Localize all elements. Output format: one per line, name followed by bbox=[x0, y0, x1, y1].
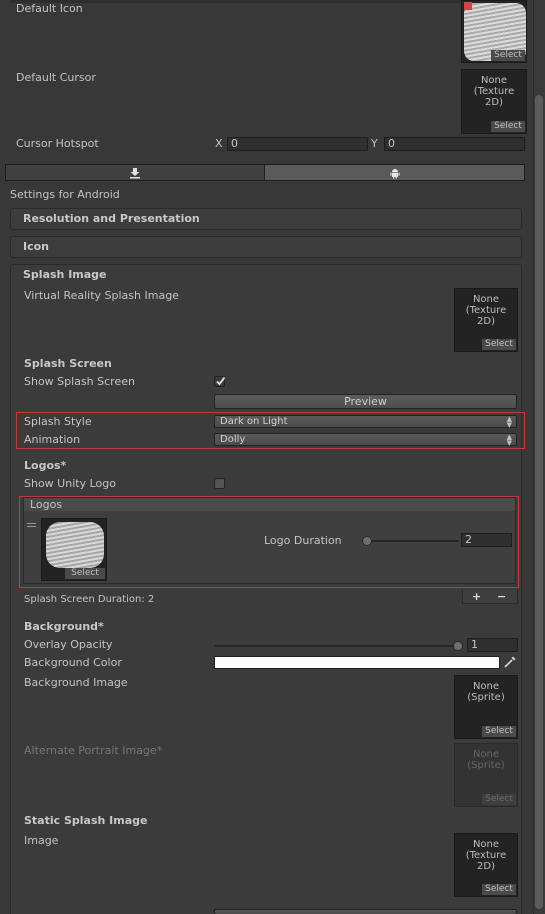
cursor-slot-line3: 2D) bbox=[485, 97, 503, 108]
default-cursor-slot[interactable]: None (Texture 2D) Select bbox=[461, 69, 527, 134]
hotspot-y-label: Y bbox=[371, 137, 378, 150]
background-color-swatch[interactable] bbox=[214, 656, 500, 669]
overlay-opacity-field[interactable]: 1 bbox=[467, 638, 518, 652]
top-edge-tab bbox=[10, 0, 520, 3]
vr-splash-slot[interactable]: None (Texture 2D) Select bbox=[454, 288, 518, 352]
platform-tab-android[interactable] bbox=[264, 164, 525, 181]
static-image-label: Image bbox=[24, 834, 59, 847]
alternate-portrait-label: Alternate Portrait Image* bbox=[24, 744, 163, 757]
static-image-line2: (Texture bbox=[465, 850, 507, 861]
remove-logo-button[interactable]: − bbox=[497, 590, 506, 604]
static-image-line1: None bbox=[472, 839, 500, 850]
logo-duration-track[interactable] bbox=[367, 540, 459, 542]
logo-duration-field[interactable]: 2 bbox=[461, 533, 512, 547]
default-cursor-select-button[interactable]: Select bbox=[491, 121, 525, 132]
hotspot-y-field[interactable]: 0 bbox=[384, 137, 525, 151]
partial-row-dropdown[interactable] bbox=[214, 909, 517, 914]
vr-splash-label: Virtual Reality Splash Image bbox=[24, 289, 179, 302]
cursor-slot-line1: None bbox=[480, 75, 508, 86]
logos-list: Logos Select Logo Duration 2 bbox=[23, 497, 516, 584]
logo-duration-label: Logo Duration bbox=[264, 534, 342, 547]
splash-duration-text: Splash Screen Duration: 2 bbox=[24, 594, 155, 605]
default-icon-label: Default Icon bbox=[16, 2, 83, 15]
vr-splash-select-button[interactable]: Select bbox=[482, 339, 516, 350]
list-footer bbox=[462, 589, 518, 604]
eyedropper-icon[interactable] bbox=[503, 655, 517, 669]
hotspot-x-label: X bbox=[215, 137, 223, 150]
hotspot-x-field[interactable]: 0 bbox=[227, 137, 368, 151]
icon-thumbnail-red-corner bbox=[464, 2, 472, 10]
logo-select-button[interactable]: Select bbox=[65, 568, 105, 579]
preview-button-label: Preview bbox=[344, 395, 387, 408]
alt-image-line2: (Sprite) bbox=[467, 760, 505, 771]
cursor-slot-line2: (Texture bbox=[473, 86, 515, 97]
settings-title: Settings for Android bbox=[10, 188, 120, 201]
show-unity-logo-label: Show Unity Logo bbox=[24, 477, 116, 490]
cursor-hotspot-label: Cursor Hotspot bbox=[16, 137, 99, 150]
logo-thumbnail bbox=[46, 522, 104, 568]
chevron-updown-icon: ▲ ▼ bbox=[506, 433, 512, 447]
splash-style-value: Dark on Light bbox=[220, 416, 288, 427]
static-image-line3: 2D) bbox=[477, 861, 495, 872]
logos-heading: Logos* bbox=[24, 459, 67, 472]
logos-list-title: Logos bbox=[30, 498, 63, 511]
static-image-select-button[interactable]: Select bbox=[482, 884, 516, 895]
scrollbar-thumb[interactable] bbox=[535, 95, 543, 909]
alternate-portrait-slot: None (Sprite) Select bbox=[454, 743, 518, 807]
section-resolution-title: Resolution and Presentation bbox=[23, 212, 200, 225]
logos-list-header bbox=[24, 498, 515, 511]
splash-style-dropdown[interactable]: Dark on Light ▲ ▼ bbox=[214, 415, 517, 429]
animation-label: Animation bbox=[24, 433, 81, 446]
static-splash-heading: Static Splash Image bbox=[24, 814, 148, 827]
overlay-opacity-track[interactable] bbox=[214, 645, 460, 647]
vr-slot-line3: 2D) bbox=[477, 316, 495, 327]
animation-value: Dolly bbox=[220, 434, 246, 445]
default-icon-slot[interactable]: Select bbox=[461, 0, 527, 63]
splash-style-label: Splash Style bbox=[24, 415, 92, 428]
platform-tab-standalone[interactable] bbox=[5, 164, 264, 181]
background-image-select-button[interactable]: Select bbox=[482, 726, 516, 737]
overlay-opacity-thumb[interactable] bbox=[453, 641, 463, 651]
section-splash-image-title[interactable]: Splash Image bbox=[23, 268, 107, 282]
drag-handle-icon[interactable] bbox=[27, 523, 36, 527]
alternate-portrait-select-button: Select bbox=[482, 794, 516, 805]
default-cursor-label: Default Cursor bbox=[16, 71, 96, 84]
bg-image-line1: None bbox=[472, 681, 500, 692]
preview-button[interactable]: Preview bbox=[214, 394, 517, 409]
show-splash-checkbox[interactable] bbox=[214, 376, 226, 387]
section-icon-title: Icon bbox=[23, 240, 50, 253]
background-image-label: Background Image bbox=[24, 676, 128, 689]
chevron-updown-icon: ▲ ▼ bbox=[506, 415, 512, 429]
background-heading: Background* bbox=[24, 620, 104, 633]
section-resolution-presentation[interactable]: Resolution and Presentation bbox=[10, 208, 522, 230]
splash-screen-heading: Splash Screen bbox=[24, 357, 112, 370]
android-icon bbox=[390, 169, 400, 179]
static-image-slot[interactable]: None (Texture 2D) Select bbox=[454, 833, 518, 897]
show-unity-logo-checkbox[interactable] bbox=[214, 478, 225, 489]
alt-image-line1: None bbox=[472, 749, 500, 760]
logo-sprite-slot[interactable]: Select bbox=[41, 518, 107, 581]
partial-row-label bbox=[24, 906, 54, 914]
logo-duration-thumb[interactable] bbox=[362, 536, 372, 546]
background-image-slot[interactable]: None (Sprite) Select bbox=[454, 675, 518, 739]
download-icon bbox=[130, 168, 140, 179]
vr-slot-line2: (Texture bbox=[465, 305, 507, 316]
default-icon-select-button[interactable]: Select bbox=[491, 50, 525, 61]
vr-slot-line1: None bbox=[472, 294, 500, 305]
add-logo-button[interactable]: + bbox=[472, 590, 481, 604]
bg-image-line2: (Sprite) bbox=[467, 692, 505, 703]
background-color-label: Background Color bbox=[24, 656, 122, 669]
animation-dropdown[interactable]: Dolly ▲ ▼ bbox=[214, 433, 517, 447]
overlay-opacity-label: Overlay Opacity bbox=[24, 638, 113, 651]
show-splash-label: Show Splash Screen bbox=[24, 375, 135, 388]
section-icon[interactable]: Icon bbox=[10, 236, 522, 258]
checkmark-icon bbox=[216, 376, 226, 386]
